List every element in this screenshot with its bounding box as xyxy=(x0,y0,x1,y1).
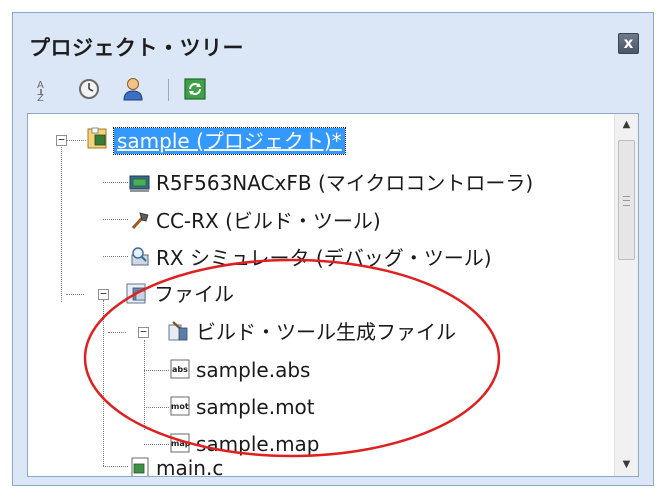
user-button[interactable] xyxy=(119,75,147,103)
tree-item-generated-files[interactable]: − ビルド・ツール生成ファイル xyxy=(28,317,616,353)
project-icon xyxy=(87,127,107,149)
history-button[interactable] xyxy=(75,75,103,103)
tree-item-microcontroller[interactable]: R5F563NACxFB (マイクロコントローラ) xyxy=(28,166,616,202)
microcontroller-icon xyxy=(129,175,150,192)
grip-icon xyxy=(623,196,630,206)
project-tree[interactable]: − sample (プロジェクト)* R5F563NACxFB (マイクロコント… xyxy=(27,113,639,477)
mot-file-icon: mot xyxy=(170,396,190,416)
svg-text:map: map xyxy=(171,439,191,448)
refresh-button[interactable] xyxy=(181,75,209,103)
scroll-thumb[interactable] xyxy=(618,140,635,260)
scroll-up-button[interactable]: ▲ xyxy=(615,114,638,136)
build-tool-icon xyxy=(131,212,149,230)
tree-item-label: sample.abs xyxy=(196,358,311,382)
generated-files-icon xyxy=(168,321,188,341)
close-icon: x xyxy=(623,34,634,52)
close-button[interactable]: x xyxy=(618,33,639,54)
tree-item-label: ビルド・ツール生成ファイル xyxy=(196,320,456,344)
scroll-down-button[interactable]: ▼ xyxy=(615,454,638,476)
person-icon xyxy=(123,78,143,101)
tree-item-label: ファイル xyxy=(154,282,234,306)
abs-file-icon: abs xyxy=(170,359,190,379)
tree-item-main-c[interactable]: main.c xyxy=(28,451,616,477)
panel-title: プロジェクト・ツリー xyxy=(29,36,244,60)
tree-item-label: CC-RX (ビルド・ツール) xyxy=(156,209,381,233)
tree-item-label: sample (プロジェクト)* xyxy=(113,127,346,155)
tree-item-build-tool[interactable]: CC-RX (ビルド・ツール) xyxy=(28,204,616,240)
vertical-scrollbar[interactable]: ▲ ▼ xyxy=(614,114,638,476)
sort-button[interactable]: A Z xyxy=(27,75,55,104)
collapse-toggle[interactable]: − xyxy=(138,326,149,338)
tree-item-label: RX シミュレータ (デバッグ・ツール) xyxy=(156,246,492,270)
tree-item-sample-mot[interactable]: mot sample.mot xyxy=(28,392,616,428)
svg-text:abs: abs xyxy=(172,365,188,374)
toolbar-separator xyxy=(168,79,169,101)
sort-icon: A Z xyxy=(37,80,44,104)
c-file-icon xyxy=(131,457,149,476)
tree-item-label: sample.mot xyxy=(196,395,315,419)
svg-text:Z: Z xyxy=(37,93,44,103)
tree-item-label: main.c xyxy=(156,456,224,477)
tree-item-project[interactable]: − sample (プロジェクト)* xyxy=(28,124,616,160)
project-tree-panel: プロジェクト・ツリー x A Z − sample (プロジェクト)* R5F5… xyxy=(12,12,654,486)
refresh-icon xyxy=(184,78,206,100)
folder-icon xyxy=(126,283,146,304)
tree-item-sample-abs[interactable]: abs sample.abs xyxy=(28,355,616,391)
tree-item-files[interactable]: − ファイル xyxy=(28,279,616,315)
clock-icon xyxy=(79,79,99,99)
panel-titlebar: プロジェクト・ツリー x xyxy=(13,13,653,71)
debug-tool-icon xyxy=(131,247,149,266)
panel-toolbar: A Z xyxy=(13,71,653,107)
collapse-toggle[interactable]: − xyxy=(98,288,109,300)
tree-item-debug-tool[interactable]: RX シミュレータ (デバッグ・ツール) xyxy=(28,241,616,277)
svg-text:mot: mot xyxy=(171,402,189,411)
collapse-toggle[interactable]: − xyxy=(56,134,67,146)
tree-item-label: R5F563NACxFB (マイクロコントローラ) xyxy=(156,171,534,195)
